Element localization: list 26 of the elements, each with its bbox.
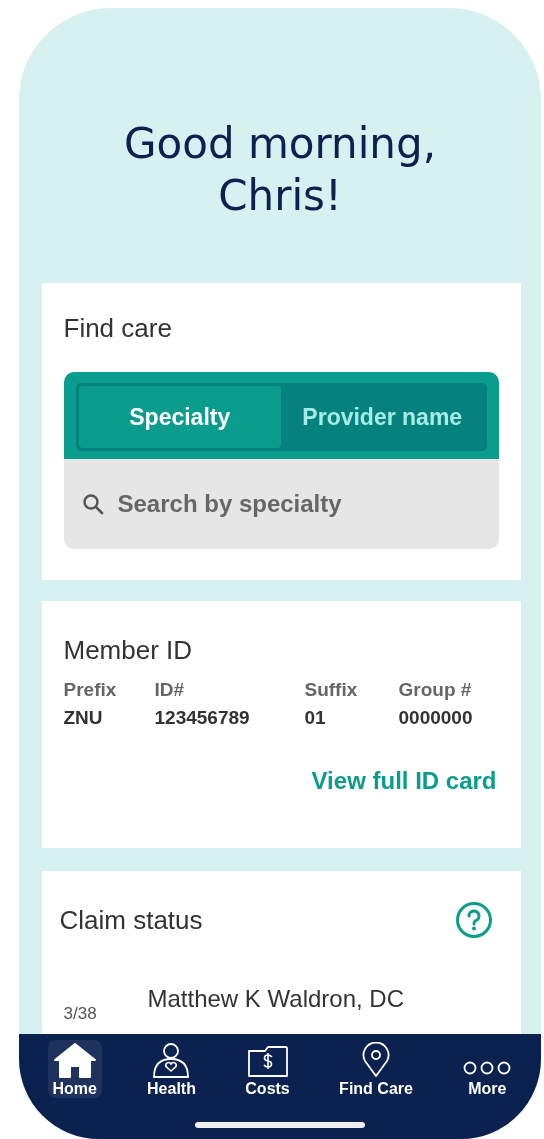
nav-tab[interactable]: Home bbox=[47, 1040, 102, 1098]
field-label: Suffix bbox=[304, 679, 359, 701]
search-field[interactable]: Search by specialty bbox=[63, 459, 499, 549]
field-value: 123456789 bbox=[154, 707, 251, 729]
house-icon bbox=[51, 1042, 98, 1078]
card-title: Member ID bbox=[63, 635, 194, 665]
claim-date: 3/38 bbox=[62, 1004, 98, 1023]
field-label: ID# bbox=[154, 679, 186, 701]
nav-tab[interactable]: Find Care bbox=[335, 1040, 417, 1098]
field-value: 01 bbox=[304, 707, 327, 729]
greeting-heading: Good morning, Chris! bbox=[123, 118, 437, 222]
nav-tab[interactable]: Health bbox=[143, 1040, 200, 1098]
nav-tab[interactable]: Costs bbox=[241, 1040, 294, 1098]
field-value: 0000000 bbox=[398, 707, 473, 729]
help-icon[interactable] bbox=[454, 901, 493, 939]
card-title: Find care bbox=[63, 313, 173, 343]
nav-tab[interactable]: More bbox=[458, 1040, 517, 1098]
dollar-folder-icon bbox=[246, 1044, 289, 1078]
field-label: Group # bbox=[398, 679, 473, 701]
search-mode-tab[interactable]: Provider name bbox=[281, 386, 484, 448]
card-title: Claim status bbox=[59, 904, 203, 936]
location-pin-icon bbox=[361, 1042, 391, 1078]
field-label: Prefix bbox=[63, 679, 118, 701]
field-value: ZNU bbox=[63, 707, 104, 729]
claim-provider: Matthew K Waldron, DC bbox=[147, 985, 405, 1013]
person-heart-icon bbox=[151, 1042, 192, 1078]
